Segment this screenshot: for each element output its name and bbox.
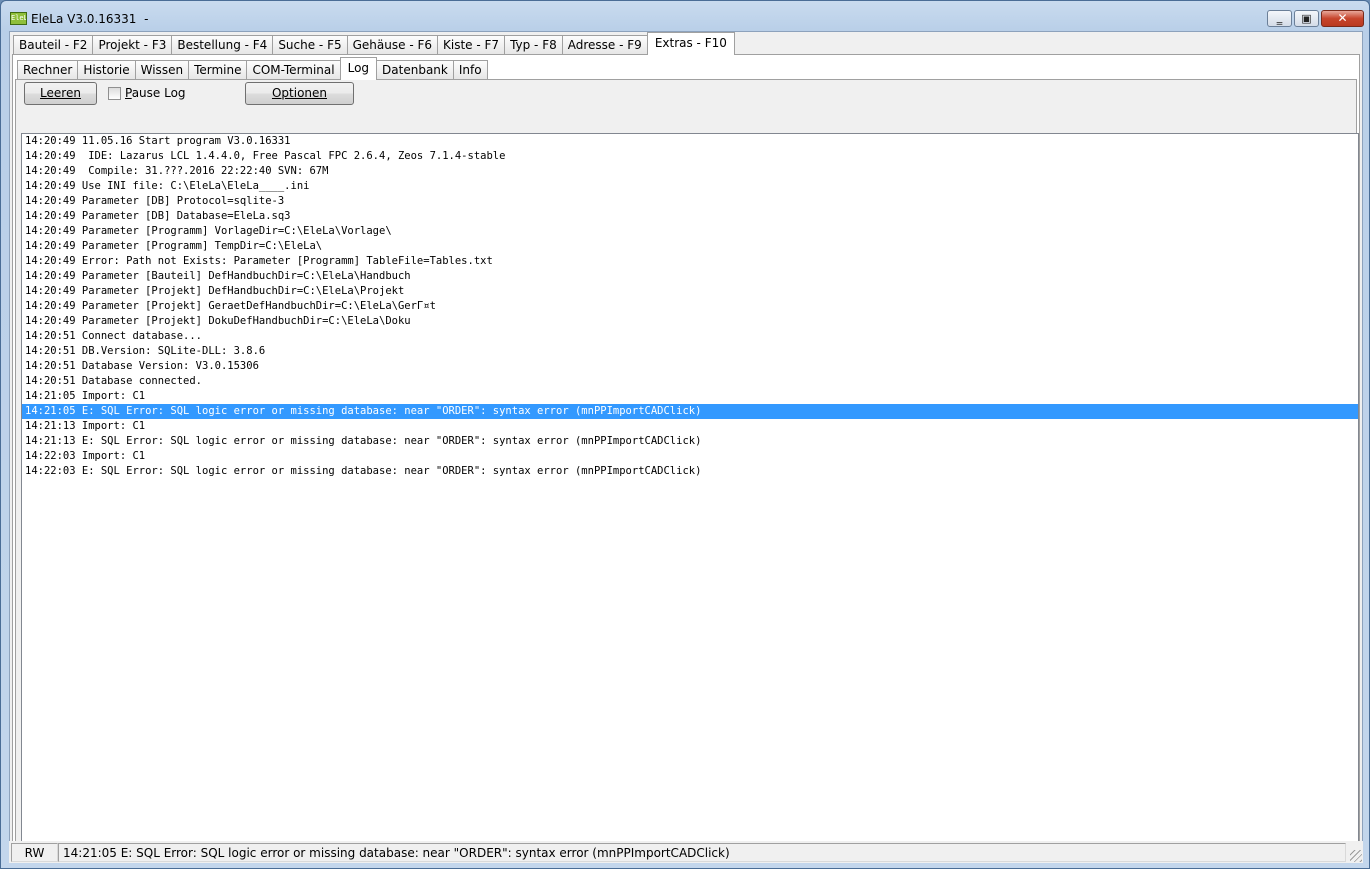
extras-tab-3[interactable]: Termine <box>188 60 248 80</box>
minimize-button[interactable]: ‗ <box>1267 10 1292 27</box>
log-line[interactable]: 14:20:49 Parameter [Bauteil] DefHandbuch… <box>22 269 1358 284</box>
clear-log-button[interactable]: Leeren <box>24 82 97 105</box>
extras-tab-6[interactable]: Datenbank <box>376 60 454 80</box>
log-line[interactable]: 14:20:49 Compile: 31.???.2016 22:22:40 S… <box>22 164 1358 179</box>
log-line[interactable]: 14:20:51 Connect database... <box>22 329 1358 344</box>
log-line[interactable]: 14:20:49 Parameter [Programm] VorlageDir… <box>22 224 1358 239</box>
log-line[interactable]: 14:20:49 Parameter [Projekt] DefHandbuch… <box>22 284 1358 299</box>
extras-tab-2[interactable]: Wissen <box>134 60 190 80</box>
log-line[interactable]: 14:20:49 Parameter [DB] Protocol=sqlite-… <box>22 194 1358 209</box>
status-bar: RW 14:21:05 E: SQL Error: SQL logic erro… <box>9 841 1363 863</box>
pause-log-label[interactable]: Pause Log <box>125 86 186 100</box>
status-mode: RW <box>11 843 58 862</box>
log-line[interactable]: 14:20:49 11.05.16 Start program V3.0.163… <box>22 134 1358 149</box>
window-title: EleLa V3.0.16331 - <box>31 12 149 26</box>
pause-log-checkbox-group[interactable]: Pause Log <box>108 85 186 101</box>
main-tab-7[interactable]: Adresse - F9 <box>561 35 648 55</box>
extras-tab-4[interactable]: COM-Terminal <box>246 60 341 80</box>
resize-grip-icon[interactable] <box>1350 850 1362 862</box>
log-line[interactable]: 14:20:51 Database Version: V3.0.15306 <box>22 359 1358 374</box>
app-window: EleLa EleLa V3.0.16331 - ‗ ▣ ✕ Bauteil -… <box>0 0 1370 869</box>
log-line[interactable]: 14:21:05 E: SQL Error: SQL logic error o… <box>22 404 1358 419</box>
close-button[interactable]: ✕ <box>1321 10 1364 27</box>
maximize-button[interactable]: ▣ <box>1294 10 1319 27</box>
main-tab-4[interactable]: Gehäuse - F6 <box>346 35 439 55</box>
status-message: 14:21:05 E: SQL Error: SQL logic error o… <box>58 843 1346 862</box>
options-button[interactable]: Optionen <box>245 82 354 105</box>
extras-tab-1[interactable]: Historie <box>77 60 136 80</box>
elela-app-icon[interactable]: EleLa <box>10 12 27 25</box>
main-tab-2[interactable]: Bestellung - F4 <box>171 35 274 55</box>
extras-tab-0[interactable]: Rechner <box>17 60 79 80</box>
log-line[interactable]: 14:20:51 DB.Version: SQLite-DLL: 3.8.6 <box>22 344 1358 359</box>
log-line[interactable]: 14:20:49 Parameter [DB] Database=EleLa.s… <box>22 209 1358 224</box>
main-tab-6[interactable]: Typ - F8 <box>504 35 563 55</box>
log-line[interactable]: 14:20:49 Parameter [Programm] TempDir=C:… <box>22 239 1358 254</box>
main-tab-bar: Bauteil - F2 Projekt - F3 Bestellung - F4 S… <box>13 32 735 55</box>
main-tab-5[interactable]: Kiste - F7 <box>437 35 506 55</box>
log-line[interactable]: 14:21:13 Import: C1 <box>22 419 1358 434</box>
main-tab-1[interactable]: Projekt - F3 <box>92 35 173 55</box>
extras-tab-bar: Rechner Historie Wissen Termine COM-Terminal… <box>17 56 488 80</box>
extras-tab-5[interactable]: Log <box>339 57 378 80</box>
title-bar[interactable]: EleLa EleLa V3.0.16331 - ‗ ▣ ✕ <box>1 1 1369 33</box>
caption-buttons: ‗ ▣ ✕ <box>1267 10 1364 29</box>
extras-tab-7[interactable]: Info <box>452 60 488 80</box>
extras-panel: Rechner Historie Wissen Termine COM-Terminal… <box>12 54 1360 860</box>
main-tab-8[interactable]: Extras - F10 <box>646 32 735 55</box>
log-line[interactable]: 14:22:03 E: SQL Error: SQL logic error o… <box>22 464 1358 479</box>
log-panel: Leeren Pause Log Optionen 14:20:49 11.05… <box>15 79 1359 857</box>
log-line[interactable]: 14:20:49 Use INI file: C:\EleLa\EleLa___… <box>22 179 1358 194</box>
main-tab-0[interactable]: Bauteil - F2 <box>13 35 94 55</box>
log-line[interactable]: 14:21:05 Import: C1 <box>22 389 1358 404</box>
log-line[interactable]: 14:20:51 Database connected. <box>22 374 1358 389</box>
log-line[interactable]: 14:20:49 IDE: Lazarus LCL 1.4.4.0, Free … <box>22 149 1358 164</box>
log-listbox[interactable]: 14:20:49 11.05.16 Start program V3.0.163… <box>21 133 1359 857</box>
main-tab-3[interactable]: Suche - F5 <box>272 35 348 55</box>
log-line[interactable]: 14:20:49 Parameter [Projekt] DokuDefHand… <box>22 314 1358 329</box>
log-line[interactable]: 14:20:49 Parameter [Projekt] GeraetDefHa… <box>22 299 1358 314</box>
log-line[interactable]: 14:22:03 Import: C1 <box>22 449 1358 464</box>
pause-log-checkbox[interactable] <box>108 86 121 100</box>
client-area: Bauteil - F2 Projekt - F3 Bestellung - F4 S… <box>9 31 1363 863</box>
log-line[interactable]: 14:20:49 Error: Path not Exists: Paramet… <box>22 254 1358 269</box>
log-line[interactable]: 14:21:13 E: SQL Error: SQL logic error o… <box>22 434 1358 449</box>
